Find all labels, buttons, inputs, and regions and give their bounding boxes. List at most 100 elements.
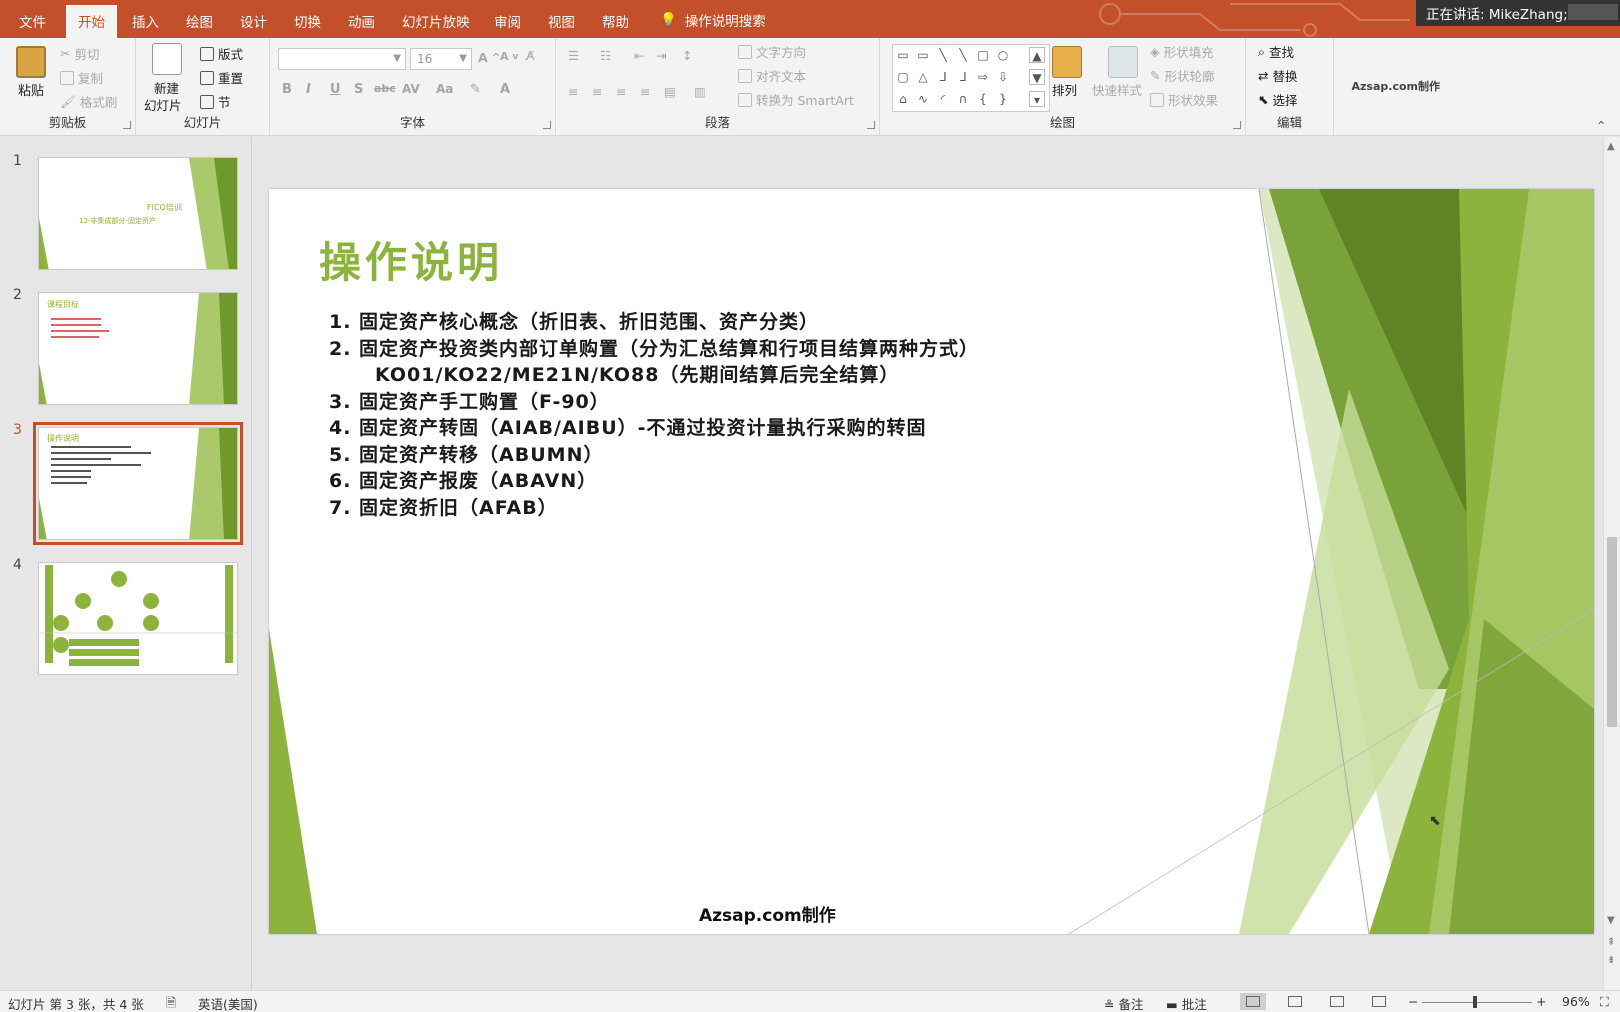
arrow-line-shape-icon[interactable]: ╲ <box>955 47 971 63</box>
numbering-icon[interactable]: ☷ <box>600 48 611 63</box>
quick-styles-icon[interactable] <box>1108 46 1138 78</box>
tab-transitions[interactable]: 切换 <box>294 11 321 31</box>
smartart-button[interactable]: 转换为 SmartArt <box>738 90 854 109</box>
reading-view-button[interactable] <box>1324 993 1350 1010</box>
right-brace-shape-icon[interactable]: } <box>995 91 1011 107</box>
change-case-button[interactable]: Aa <box>436 82 453 96</box>
section-button[interactable]: 节 <box>200 92 231 111</box>
zoom-out-button[interactable]: − <box>1408 994 1418 1009</box>
shape-outline-button[interactable]: ✎ 形状轮廓 <box>1150 66 1215 85</box>
gallery-down-icon[interactable]: ▼ <box>1029 69 1045 85</box>
tab-animations[interactable]: 动画 <box>348 11 375 31</box>
decrease-indent-icon[interactable]: ⇤ <box>634 48 644 63</box>
previous-slide-icon[interactable]: ⇞ <box>1607 937 1615 948</box>
reset-button[interactable]: 重置 <box>200 68 243 87</box>
layout-button[interactable]: 版式 <box>200 44 243 63</box>
normal-view-button[interactable] <box>1240 993 1266 1010</box>
new-slide-icon[interactable] <box>152 43 182 75</box>
tab-help[interactable]: 帮助 <box>602 11 629 31</box>
select-button[interactable]: ⬉ 选择 <box>1258 90 1298 109</box>
down-arrow-shape-icon[interactable]: ⇩ <box>995 69 1011 85</box>
slide-body-list[interactable]: 1. 固定资产核心概念（折旧表、折旧范围、资产分类） 2. 固定资产投资类内部订… <box>329 309 979 521</box>
text-direction-button[interactable]: 文字方向 <box>738 42 806 61</box>
justify-icon[interactable]: ≡ <box>640 84 650 99</box>
elbow-shape-icon[interactable]: ᒧ <box>935 69 951 85</box>
left-brace-shape-icon[interactable]: { <box>975 91 991 107</box>
shapes-gallery[interactable]: ▭ ▭ ╲ ╲ □ ○ ▢ △ ᒧ ᒧ ⇨ ⇩ ⌂ ∿ ◜ ∩ { } ▲ ▼ … <box>892 44 1050 112</box>
paragraph-launcher[interactable] <box>867 121 875 129</box>
triangle-shape-icon[interactable]: △ <box>915 69 931 85</box>
collapse-ribbon-icon[interactable]: ⌃ <box>1596 118 1606 133</box>
replace-button[interactable]: ⇄ 替换 <box>1258 66 1298 85</box>
right-arrow-shape-icon[interactable]: ⇨ <box>975 69 991 85</box>
bullets-icon[interactable]: ☰ <box>568 48 579 63</box>
tab-insert[interactable]: 插入 <box>132 11 159 31</box>
underline-button[interactable]: U <box>330 82 341 97</box>
paste-button[interactable]: 粘贴 <box>18 80 44 99</box>
grow-font-button[interactable]: A ^ <box>478 50 500 65</box>
font-size-combo[interactable]: 16 ▼ <box>410 48 472 70</box>
align-right-icon[interactable]: ≡ <box>616 84 626 99</box>
strikethrough-button[interactable]: abc <box>374 82 396 95</box>
tab-view[interactable]: 视图 <box>548 11 575 31</box>
align-center-icon[interactable]: ≡ <box>592 84 602 99</box>
align-text-button[interactable]: 对齐文本 <box>738 66 806 85</box>
char-spacing-button[interactable]: AV <box>402 82 420 96</box>
zoom-slider[interactable] <box>1422 1002 1532 1003</box>
scroll-thumb[interactable] <box>1607 537 1617 727</box>
zoom-in-button[interactable]: + <box>1536 994 1546 1009</box>
shape-effects-button[interactable]: 形状效果 <box>1150 90 1218 109</box>
cut-button[interactable]: ✂ 剪切 <box>60 44 100 63</box>
paste-icon[interactable] <box>16 46 46 78</box>
slideshow-button[interactable] <box>1366 993 1392 1010</box>
scroll-down-icon[interactable]: ▼ <box>1607 915 1615 926</box>
tab-review[interactable]: 审阅 <box>494 11 521 31</box>
columns-icon[interactable]: ▥ <box>694 84 706 99</box>
clear-format-icon[interactable]: A̸ <box>526 48 535 63</box>
textbox-shape-icon[interactable]: ▭ <box>895 47 911 63</box>
oval-shape-icon[interactable]: ○ <box>995 47 1011 63</box>
elbow-arrow-shape-icon[interactable]: ᒧ <box>955 69 971 85</box>
tab-design[interactable]: 设计 <box>240 11 267 31</box>
find-button[interactable]: ⌕ 查找 <box>1258 42 1294 61</box>
arrange-icon[interactable] <box>1052 46 1082 78</box>
format-painter-button[interactable]: 🖌 格式刷 <box>60 92 117 111</box>
slide-footer[interactable]: Azsap.com制作 <box>699 901 836 926</box>
language-status[interactable]: 英语(美国) <box>198 994 258 1012</box>
next-slide-icon[interactable]: ⇟ <box>1607 955 1615 966</box>
shrink-font-button[interactable]: Av <box>500 50 518 63</box>
tab-draw[interactable]: 绘图 <box>186 11 213 31</box>
zoom-slider-handle[interactable] <box>1473 996 1477 1008</box>
tab-slideshow[interactable]: 幻灯片放映 <box>402 11 470 31</box>
tab-file[interactable]: 文件 <box>19 11 46 31</box>
slide-title[interactable]: 操作说明 <box>319 229 503 290</box>
vertical-scrollbar[interactable]: ▲ ▼ ⇞ ⇟ <box>1603 137 1620 990</box>
bold-button[interactable]: B <box>282 82 292 97</box>
zoom-level[interactable]: 96% <box>1562 994 1590 1009</box>
presenter-close-button[interactable] <box>1568 4 1618 20</box>
arc-shape-icon[interactable]: ◜ <box>935 91 951 107</box>
italic-button[interactable]: I <box>306 82 311 97</box>
tell-me-search[interactable]: 💡 操作说明搜索 <box>660 10 766 30</box>
freeform-shape-icon[interactable]: ⌂ <box>895 91 911 107</box>
increase-indent-icon[interactable]: ⇥ <box>656 48 666 63</box>
shadow-button[interactable]: S <box>354 82 363 97</box>
curve-shape-icon[interactable]: ∩ <box>955 91 971 107</box>
comments-button[interactable]: ▬ 批注 <box>1166 994 1207 1012</box>
line-spacing-icon[interactable]: ↕ <box>682 48 692 63</box>
drawing-launcher[interactable] <box>1233 121 1241 129</box>
arrange-button[interactable]: 排列 <box>1052 80 1077 99</box>
thumbnail-slide-3[interactable]: 操作说明 <box>33 422 243 545</box>
current-slide[interactable]: 操作说明 1. 固定资产核心概念（折旧表、折旧范围、资产分类） 2. 固定资产投… <box>269 189 1594 934</box>
tab-home[interactable]: 开始 <box>66 5 117 38</box>
align-left-icon[interactable]: ≡ <box>568 84 578 99</box>
fit-slide-icon[interactable]: ⛶ <box>1600 994 1609 1010</box>
rectangle-shape-icon[interactable]: □ <box>975 47 991 63</box>
notes-button[interactable]: ≗ 备注 <box>1104 994 1143 1012</box>
distributed-icon[interactable]: ▤ <box>664 84 676 99</box>
font-color-button[interactable]: A <box>500 82 510 97</box>
shape-fill-button[interactable]: ◈ 形状填充 <box>1150 42 1214 61</box>
scroll-up-icon[interactable]: ▲ <box>1607 141 1615 152</box>
highlight-icon[interactable]: ✎ <box>470 82 481 97</box>
gallery-up-icon[interactable]: ▲ <box>1029 47 1045 63</box>
